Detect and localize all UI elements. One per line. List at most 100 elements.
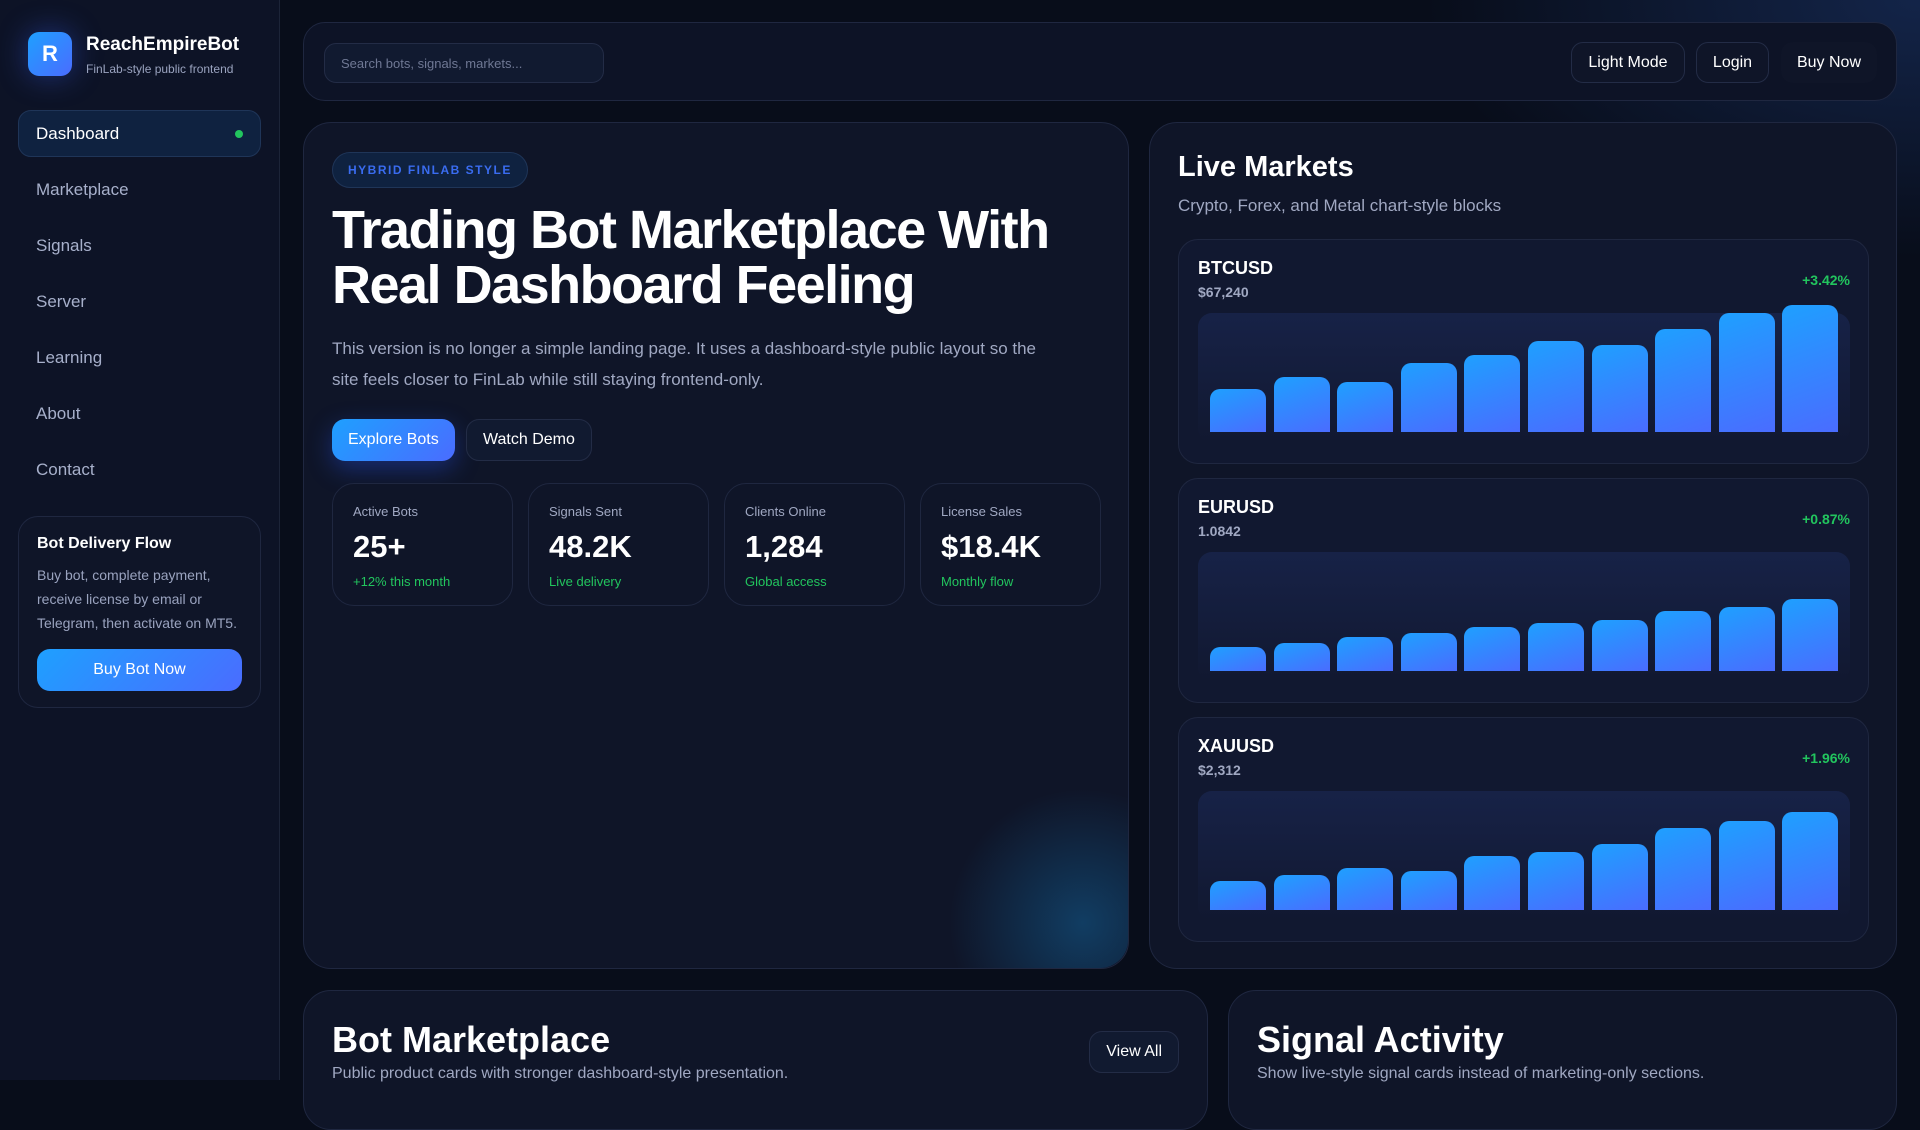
nav-label: Contact — [36, 459, 95, 479]
brand-title: ReachEmpireBot — [86, 34, 240, 55]
search-input[interactable] — [324, 43, 604, 83]
stat-card: License Sales $18.4K Monthly flow — [920, 483, 1101, 606]
hero-text: This version is no longer a simple landi… — [332, 339, 1037, 389]
view-all-button[interactable]: View All — [1089, 1031, 1179, 1073]
watch-demo-button[interactable]: Watch Demo — [466, 419, 592, 461]
nav-label: Marketplace — [36, 179, 129, 199]
chart-bar — [1655, 329, 1712, 432]
market-card-eurusd[interactable]: EURUSD 1.0842 +0.87% — [1178, 478, 1869, 703]
signal-activity-section: Signal Activity Show live-style signal c… — [1228, 990, 1897, 1130]
sidebar-nav: Dashboard Marketplace Signals Server Lea… — [18, 110, 261, 502]
chart-bar — [1528, 623, 1584, 671]
section-title: Bot Marketplace — [332, 1019, 611, 1060]
sidebar-item-learning[interactable]: Learning — [18, 334, 261, 381]
decorative-glow — [948, 788, 1128, 968]
chart-bar — [1591, 619, 1648, 671]
chart-bar — [1591, 843, 1648, 910]
brand-logo[interactable]: R — [28, 32, 72, 76]
delivery-title: Bot Delivery Flow — [37, 535, 172, 552]
nav-label: Dashboard — [36, 123, 120, 143]
sidebar-item-server[interactable]: Server — [18, 278, 261, 325]
buy-now-button[interactable]: Buy Now — [1781, 42, 1877, 83]
stat-value: 1,284 — [745, 529, 823, 564]
live-markets-card: Live Markets Crypto, Forex, and Metal ch… — [1149, 122, 1897, 969]
chart-bar — [1400, 870, 1457, 910]
live-markets-subtitle: Crypto, Forex, and Metal chart-style blo… — [1178, 196, 1502, 215]
chart-bar — [1464, 856, 1521, 910]
chart-bar — [1528, 852, 1584, 910]
brand-subtitle: FinLab-style public frontend — [86, 62, 234, 76]
chart-bar — [1782, 812, 1839, 910]
stat-note: Live delivery — [549, 574, 622, 589]
stat-card: Active Bots 25+ +12% this month — [332, 483, 513, 606]
delivery-text: Buy bot, complete payment, receive licen… — [37, 567, 237, 631]
chart-bar — [1464, 354, 1521, 432]
stat-note: Global access — [745, 574, 827, 589]
market-price: 1.0842 — [1198, 523, 1241, 539]
section-subtitle: Show live-style signal cards instead of … — [1257, 1065, 1705, 1082]
chart-bar — [1782, 598, 1839, 671]
market-bar-chart — [1198, 791, 1850, 921]
chart-bar — [1337, 381, 1394, 432]
light-mode-button[interactable]: Light Mode — [1571, 42, 1685, 83]
market-change: +1.96% — [1802, 750, 1850, 766]
chart-bar — [1718, 607, 1775, 671]
chart-bar — [1400, 633, 1457, 671]
market-bar-chart — [1198, 552, 1850, 682]
stat-card: Signals Sent 48.2K Live delivery — [528, 483, 709, 606]
market-bar-chart — [1198, 304, 1850, 443]
market-card-xauusd[interactable]: XAUUSD $2,312 +1.96% — [1178, 717, 1869, 942]
market-change: +0.87% — [1802, 511, 1850, 527]
hero-badge: HYBRID FINLAB STYLE — [332, 152, 528, 188]
chart-bar — [1655, 827, 1712, 910]
stat-value: $18.4K — [941, 529, 1041, 564]
chart-bar — [1400, 363, 1457, 432]
sidebar-item-marketplace[interactable]: Marketplace — [18, 166, 261, 213]
market-card-btcusd[interactable]: BTCUSD $67,240 +3.42% — [1178, 239, 1869, 464]
market-symbol: BTCUSD — [1198, 258, 1273, 278]
market-change: +3.42% — [1802, 272, 1850, 288]
nav-label: Server — [36, 291, 87, 311]
stat-label: License Sales — [941, 504, 1022, 519]
explore-bots-button[interactable]: Explore Bots — [332, 419, 455, 461]
chart-bar — [1210, 880, 1266, 910]
stats-row: Active Bots 25+ +12% this month Signals Se… — [332, 483, 1101, 606]
delivery-flow-card: Bot Delivery Flow Buy bot, complete paym… — [18, 516, 261, 708]
sidebar: R ReachEmpireBot FinLab-style public fro… — [0, 0, 280, 1080]
chart-bar — [1591, 345, 1648, 432]
buy-bot-now-button[interactable]: Buy Bot Now — [37, 649, 242, 691]
chart-bar — [1782, 304, 1839, 432]
stat-value: 48.2K — [549, 529, 632, 564]
topbar: Light Mode Login Buy Now — [303, 22, 1897, 101]
stat-label: Clients Online — [745, 504, 826, 519]
chart-bar — [1273, 642, 1330, 671]
stat-label: Active Bots — [353, 504, 419, 519]
chart-bar — [1718, 313, 1775, 432]
sidebar-item-contact[interactable]: Contact — [18, 446, 261, 493]
market-price: $67,240 — [1198, 284, 1249, 300]
sidebar-item-signals[interactable]: Signals — [18, 222, 261, 269]
chart-bar — [1464, 626, 1521, 671]
section-title: Signal Activity — [1257, 1019, 1504, 1060]
sidebar-item-about[interactable]: About — [18, 390, 261, 437]
live-markets-title: Live Markets — [1178, 151, 1354, 183]
nav-label: Learning — [36, 347, 103, 367]
nav-label: Signals — [36, 235, 92, 255]
chart-bar — [1337, 868, 1394, 910]
market-price: $2,312 — [1198, 762, 1241, 778]
chart-bar — [1655, 611, 1712, 671]
stat-label: Signals Sent — [549, 504, 622, 519]
login-button[interactable]: Login — [1696, 42, 1769, 83]
hero-title: Trading Bot Marketplace With Real Dashbo… — [332, 200, 1050, 315]
section-subtitle: Public product cards with stronger dashb… — [332, 1065, 789, 1082]
sidebar-item-dashboard[interactable]: Dashboard — [18, 110, 261, 157]
stat-card: Clients Online 1,284 Global access — [724, 483, 905, 606]
chart-bar — [1210, 646, 1266, 671]
chart-bar — [1210, 389, 1266, 432]
nav-label: About — [36, 403, 81, 423]
chart-bar — [1273, 376, 1330, 432]
market-symbol: EURUSD — [1198, 497, 1275, 517]
chart-bar — [1528, 341, 1584, 432]
stat-note: +12% this month — [353, 574, 451, 589]
chart-bar — [1718, 820, 1775, 910]
